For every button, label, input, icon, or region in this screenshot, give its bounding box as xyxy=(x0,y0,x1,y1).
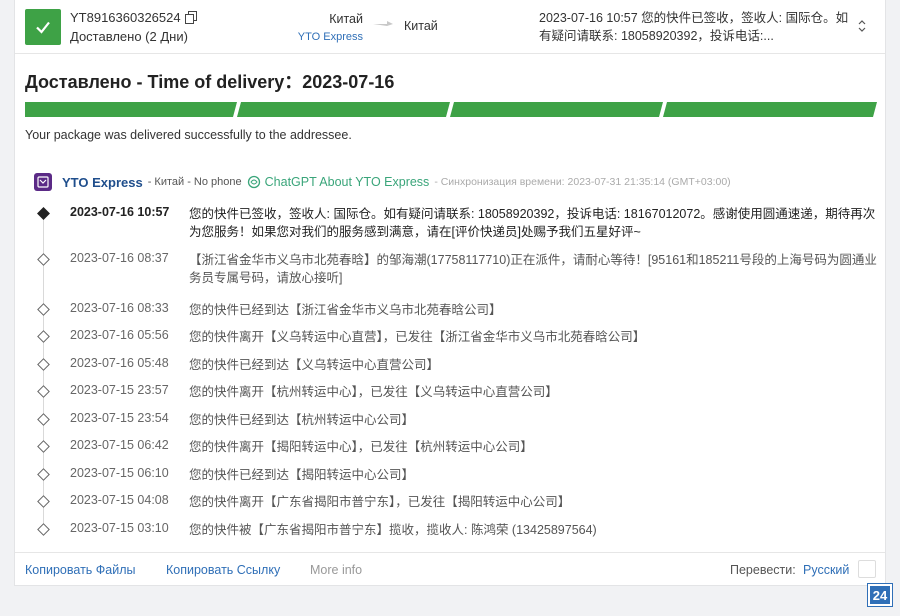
event-time: 2023-07-16 05:48 xyxy=(70,356,169,370)
copy-files-button[interactable]: Копировать Файлы xyxy=(25,563,136,577)
event-time: 2023-07-16 05:56 xyxy=(70,328,169,342)
last-event-summary: 2023-07-16 10:57 您的快件已签收，签收人: 国际仓。如有疑问请联… xyxy=(539,11,849,43)
tracking-number-row: YT8916360326524 xyxy=(70,10,197,25)
event-time: 2023-07-15 06:10 xyxy=(70,466,169,480)
tracking-card: YT8916360326524 Доставлено (2 Дни) Китай… xyxy=(14,0,886,586)
translate-language-select[interactable]: Русский xyxy=(803,563,849,577)
event-description: 您的快件离开【义乌转运中心直营】，已发往【浙江省金华市义乌市北苑春晗公司】 xyxy=(189,330,646,344)
carrier-meta: - Китай - No phone xyxy=(147,176,242,188)
timeline-dot-icon xyxy=(37,523,50,536)
timeline-dot-icon xyxy=(37,253,50,266)
event-time: 2023-07-16 08:33 xyxy=(70,301,169,315)
card-footer: Копировать Файлы Копировать Ссылку More … xyxy=(15,552,885,586)
event-description: 您的快件已经到达【杭州转运中心公司】 xyxy=(189,413,415,427)
carrier-row: YTO Express - Китай - No phone ChatGPT A… xyxy=(34,173,731,191)
timeline-dot-icon xyxy=(37,330,50,343)
copy-icon[interactable] xyxy=(184,11,197,24)
timeline-dot-icon xyxy=(37,358,50,371)
tracking-header[interactable]: YT8916360326524 Доставлено (2 Дни) Китай… xyxy=(15,0,885,54)
sync-time: - Синхронизация времени: 2023-07-31 21:3… xyxy=(434,176,731,188)
event-description: 您的快件离开【揭阳转运中心】，已发往【杭州转运中心公司】 xyxy=(189,440,533,454)
carrier-link[interactable]: YTO Express xyxy=(285,31,363,43)
copy-link-button[interactable]: Копировать Ссылку xyxy=(166,563,280,577)
event-time: 2023-07-15 23:57 xyxy=(70,383,169,397)
tracking-number[interactable]: YT8916360326524 xyxy=(70,10,181,25)
chatgpt-icon xyxy=(247,175,260,189)
timeline-dot-icon xyxy=(37,385,50,398)
timeline-dot-icon xyxy=(37,303,50,316)
timeline-dot-icon xyxy=(37,440,50,453)
event-time: 2023-07-15 04:08 xyxy=(70,493,169,507)
timeline-dot-icon xyxy=(37,413,50,426)
timeline-dot-icon xyxy=(37,468,50,481)
progress-segment-2 xyxy=(237,102,450,117)
progress-segment-4 xyxy=(663,102,877,117)
delivery-progress-bar xyxy=(25,102,877,117)
event-description: 您的快件已经到达【浙江省金华市义乌市北苑春晗公司】 xyxy=(189,303,502,317)
delivered-status-badge xyxy=(25,9,61,45)
event-time: 2023-07-15 23:54 xyxy=(70,411,169,425)
delivery-title: Доставлено - Time of delivery：2023-07-16 xyxy=(25,72,395,92)
chatgpt-about-carrier-link[interactable]: ChatGPT About YTO Express xyxy=(265,175,430,189)
event-description: 【浙江省金华市义乌市北苑春晗】的邹海潮(17758117710)正在派件，请耐心… xyxy=(189,253,877,285)
arrow-right-icon xyxy=(373,21,393,26)
event-description: 您的快件已签收，签收人: 国际仓。如有疑问请联系: 18058920392，投诉… xyxy=(189,207,876,239)
corner-badge[interactable]: 24 xyxy=(867,583,893,607)
more-info-button[interactable]: More info xyxy=(310,563,362,577)
event-time: 2023-07-16 10:57 xyxy=(70,205,170,219)
chevron-updown-icon[interactable] xyxy=(855,18,869,34)
event-time: 2023-07-15 03:10 xyxy=(70,521,169,535)
event-description: 您的快件已经到达【揭阳转运中心公司】 xyxy=(189,468,415,482)
event-time: 2023-07-16 08:37 xyxy=(70,251,169,265)
progress-segment-1 xyxy=(25,102,237,117)
timeline-dot-icon xyxy=(37,207,50,220)
destination-country: Китай xyxy=(404,19,438,33)
check-icon xyxy=(36,21,50,34)
yto-logo-icon xyxy=(34,173,52,191)
delivery-message: Your package was delivered successfully … xyxy=(25,128,352,142)
delivery-status: Доставлено (2 Дни) xyxy=(70,29,188,44)
event-time: 2023-07-15 06:42 xyxy=(70,438,169,452)
translate-toggle[interactable] xyxy=(858,560,876,578)
event-description: 您的快件离开【杭州转运中心】，已发往【义乌转运中心直营公司】 xyxy=(189,385,558,399)
progress-segment-3 xyxy=(450,102,663,117)
translate-label: Перевести: xyxy=(730,563,796,577)
event-description: 您的快件已经到达【义乌转运中心直营公司】 xyxy=(189,358,440,372)
event-description: 您的快件被【广东省揭阳市普宁东】揽收，揽收人: 陈鸿荣 (13425897564… xyxy=(189,523,597,537)
origin-country: Китай xyxy=(329,12,363,26)
carrier-name[interactable]: YTO Express xyxy=(62,175,143,190)
timeline-dot-icon xyxy=(37,495,50,508)
event-description: 您的快件离开【广东省揭阳市普宁东】，已发往【揭阳转运中心公司】 xyxy=(189,495,571,509)
